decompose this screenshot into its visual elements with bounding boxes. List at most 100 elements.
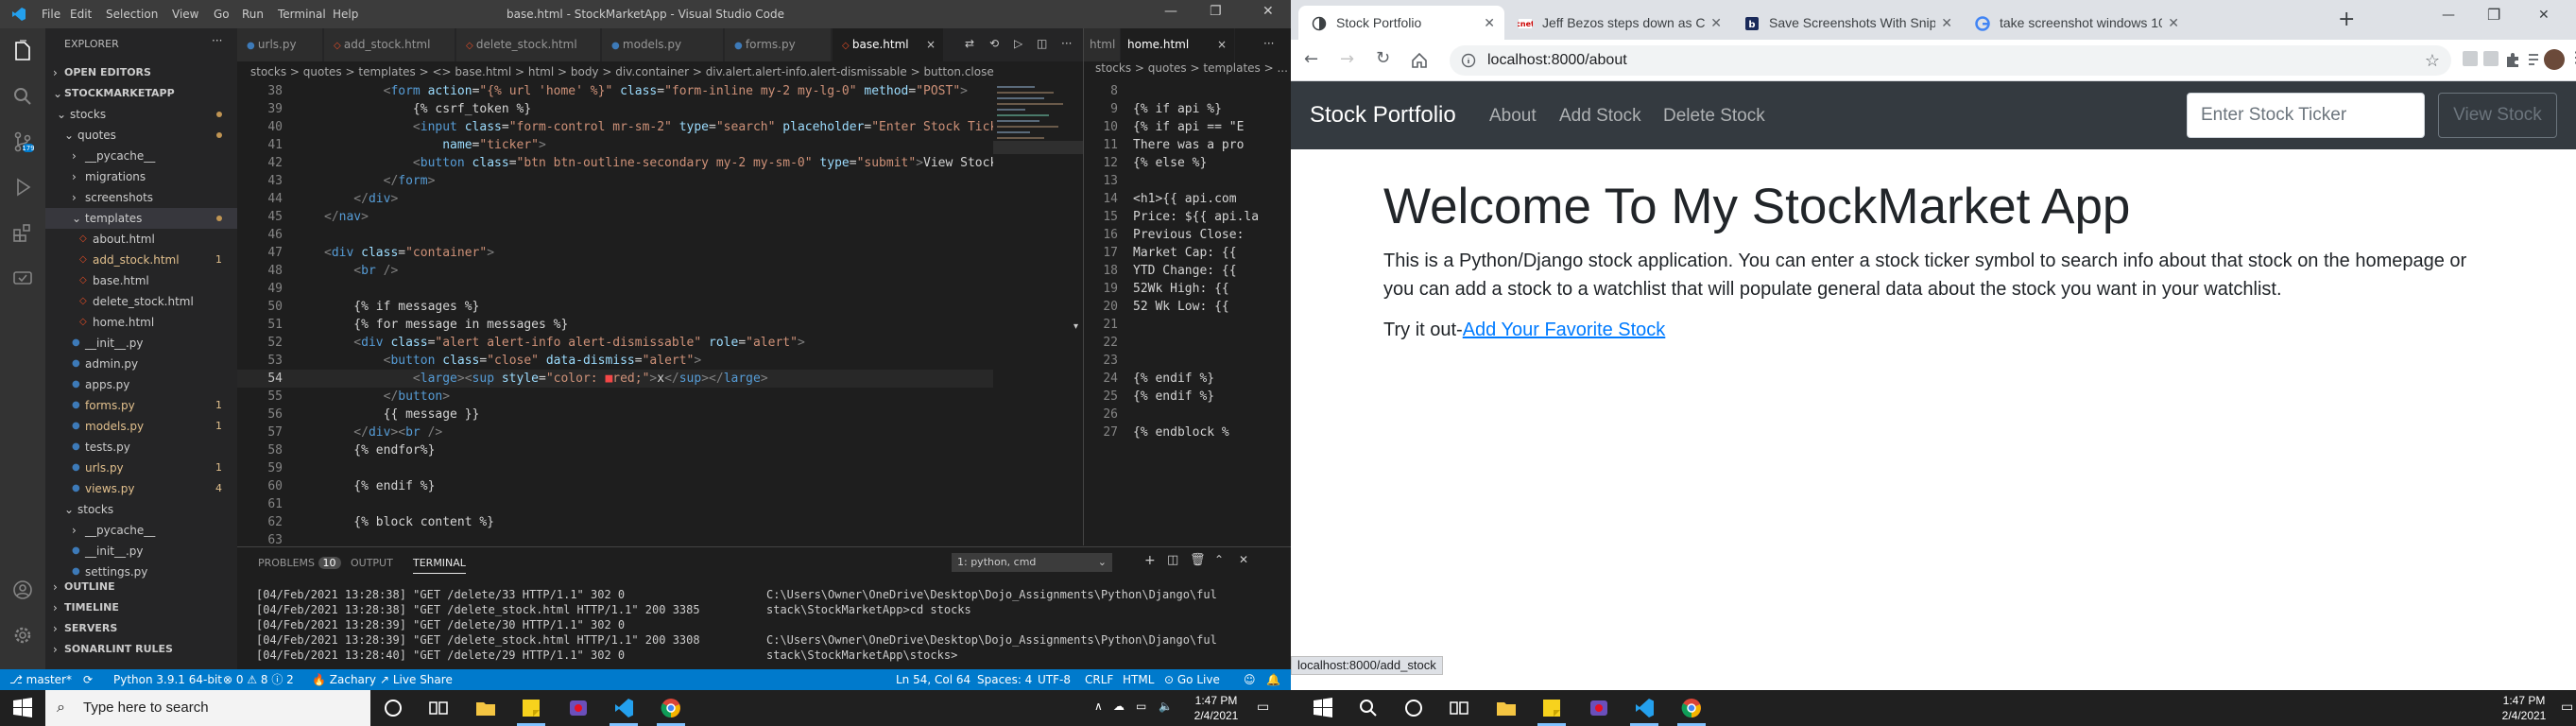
sticky-notes-icon[interactable] [520, 697, 542, 719]
add-favorite-stock-link[interactable]: Add Your Favorite Stock [1463, 320, 1666, 340]
tree-folder[interactable]: ⌄ quotes [45, 125, 237, 146]
close-tab-icon[interactable]: ✕ [2162, 6, 2179, 40]
vscode-taskbar-icon[interactable] [612, 697, 635, 719]
clock[interactable]: 1:47 PM 2/4/2021 [1183, 693, 1249, 723]
kill-terminal-icon[interactable]: 🗑 [1190, 553, 1206, 567]
close-tab-icon[interactable]: ✕ [1705, 6, 1722, 40]
extensions-icon[interactable] [11, 221, 34, 244]
tree-file[interactable]: ● __init__.py [45, 541, 237, 562]
nav-add-stock[interactable]: Add Stock [1559, 106, 1641, 127]
nav-delete-stock[interactable]: Delete Stock [1663, 106, 1765, 127]
tree-file[interactable]: ◇ home.html [45, 312, 237, 333]
view-stock-button[interactable]: View Stock [2438, 93, 2557, 138]
minimize-icon[interactable]: — [2442, 8, 2455, 23]
section-servers[interactable]: › SERVERS [45, 618, 237, 639]
maximize-icon[interactable]: ❐ [2487, 6, 2500, 24]
terminal-left[interactable]: [04/Feb/2021 13:28:38] "GET /delete/33 H… [256, 587, 700, 663]
notifications-bell-icon[interactable]: 🔔 [1266, 669, 1280, 690]
info-icon[interactable] [1461, 53, 1476, 68]
indentation-status[interactable]: Spaces: 4 [977, 669, 1032, 690]
extensions-puzzle-icon[interactable] [2504, 51, 2521, 68]
go-back-icon[interactable]: ⟲ [989, 37, 999, 50]
search-icon[interactable] [11, 85, 34, 108]
terminal-select[interactable]: 1: python, cmd ⌄ [952, 553, 1112, 572]
chrome-taskbar-icon[interactable] [660, 697, 682, 719]
tree-folder[interactable]: › migrations [45, 166, 237, 187]
close-tab-icon[interactable]: × [1217, 28, 1227, 61]
new-terminal-icon[interactable]: + [1144, 553, 1156, 568]
extension-icon[interactable] [2483, 51, 2499, 66]
network-icon[interactable]: ▭ [1136, 700, 1146, 713]
section-outline[interactable]: › OUTLINE [45, 577, 237, 597]
editor-tab[interactable]: ● models.py [602, 28, 724, 61]
editor-tab[interactable]: ◇ add_stock.html [324, 28, 455, 61]
terminal-right[interactable]: C:\Users\Owner\OneDrive\Desktop\Dojo_Ass… [766, 587, 1217, 663]
file-explorer-icon[interactable] [474, 697, 497, 719]
python-interpreter[interactable]: Python 3.9.1 64-bit [113, 669, 222, 690]
project-root[interactable]: ⌄ STOCKMARKETAPP [45, 83, 237, 104]
task-view-icon[interactable] [427, 697, 450, 719]
snip-sketch-icon[interactable] [1588, 697, 1610, 719]
close-tab-icon[interactable]: ✕ [1484, 6, 1495, 40]
split-breadcrumb[interactable]: stocks > quotes > templates > ... [1095, 61, 1288, 75]
cortana-icon[interactable] [382, 697, 404, 719]
user-status[interactable]: 🔥 Zachary [312, 669, 376, 690]
cloud-icon[interactable]: ☁ [1113, 700, 1125, 713]
editor-tab[interactable]: ◇ delete_stock.html [456, 28, 601, 61]
windows-start-icon[interactable] [11, 697, 34, 719]
run-file-icon[interactable]: ▷ [1014, 37, 1022, 50]
run-debug-icon[interactable] [11, 176, 34, 199]
terminal-tab[interactable]: TERMINAL [413, 557, 466, 574]
windows-start-icon[interactable] [1312, 697, 1334, 719]
maximize-panel-icon[interactable]: ⌃ [1214, 553, 1224, 566]
problems-status[interactable]: ⊗ 0 ⚠ 8 ⓘ 2 [223, 669, 294, 690]
sticky-notes-icon[interactable] [1540, 697, 1563, 719]
profile-avatar[interactable] [2544, 49, 2565, 70]
editor-tab[interactable]: html [1084, 28, 1121, 61]
tree-file[interactable]: ● apps.py [45, 374, 237, 395]
clock[interactable]: 1:47 PM 2/4/2021 [2491, 693, 2557, 723]
forward-arrow-icon[interactable]: → [1340, 49, 1354, 69]
file-explorer-icon[interactable] [1495, 697, 1518, 719]
tree-folder[interactable]: ⌄ stocks [45, 499, 237, 520]
back-arrow-icon[interactable]: ← [1304, 49, 1318, 69]
cortana-icon[interactable] [1402, 697, 1425, 719]
source-control-icon[interactable]: 179 [11, 130, 34, 153]
task-view-icon[interactable] [1448, 697, 1470, 719]
close-panel-icon[interactable]: ✕ [1239, 553, 1248, 566]
more-actions-icon[interactable]: ··· [1061, 37, 1072, 50]
minimize-icon[interactable]: — [1164, 4, 1177, 19]
tree-folder[interactable]: › screenshots [45, 187, 237, 208]
encoding-status[interactable]: UTF-8 [1038, 669, 1071, 690]
nav-about[interactable]: About [1489, 106, 1537, 127]
close-tab-icon[interactable]: ✕ [1935, 6, 1952, 40]
more-actions-icon[interactable]: ··· [212, 34, 222, 47]
more-actions-icon[interactable]: ··· [1263, 37, 1274, 50]
tree-file[interactable]: ◇ about.html [45, 229, 237, 250]
tree-file[interactable]: ● admin.py [45, 354, 237, 374]
editor-tab[interactable]: ● forms.py [725, 28, 832, 61]
editor-tab[interactable]: ● urls.py [237, 28, 323, 61]
live-share-status[interactable]: ↗ Live Share [380, 669, 453, 690]
browser-tab[interactable]: take screenshot windows 10 ✕ [1962, 6, 2189, 40]
reading-list-icon[interactable] [2527, 51, 2544, 68]
tree-file[interactable]: ● models.py 1 [45, 416, 237, 437]
bookmark-star-icon[interactable]: ☆ [2425, 45, 2440, 76]
taskbar-search[interactable]: ⌕ Type here to search [45, 690, 370, 726]
chrome-taskbar-icon[interactable] [1680, 697, 1703, 719]
branch-status[interactable]: ⎇ master* [9, 669, 72, 690]
tree-folder[interactable]: › __pycache__ [45, 520, 237, 541]
tree-file[interactable]: ◇ base.html [45, 270, 237, 291]
browser-tab[interactable]: b Save Screenshots With Snip ✕ [1731, 6, 1962, 40]
browser-tab[interactable]: cnet Jeff Bezos steps down as CE ✕ [1504, 6, 1731, 40]
sync-icon[interactable]: ⟳ [83, 669, 93, 690]
tree-folder[interactable]: ⌄ stocks [45, 104, 237, 125]
tree-file[interactable]: ● urls.py 1 [45, 458, 237, 478]
home-icon[interactable] [1410, 51, 1429, 70]
vscode-taskbar-icon[interactable] [1633, 697, 1656, 719]
open-editors-section[interactable]: › OPEN EDITORS [45, 62, 237, 83]
editor-tab[interactable]: home.html × [1122, 28, 1235, 61]
snip-sketch-icon[interactable] [567, 697, 590, 719]
output-tab[interactable]: OUTPUT [351, 557, 393, 569]
settings-gear-icon[interactable] [11, 624, 34, 647]
